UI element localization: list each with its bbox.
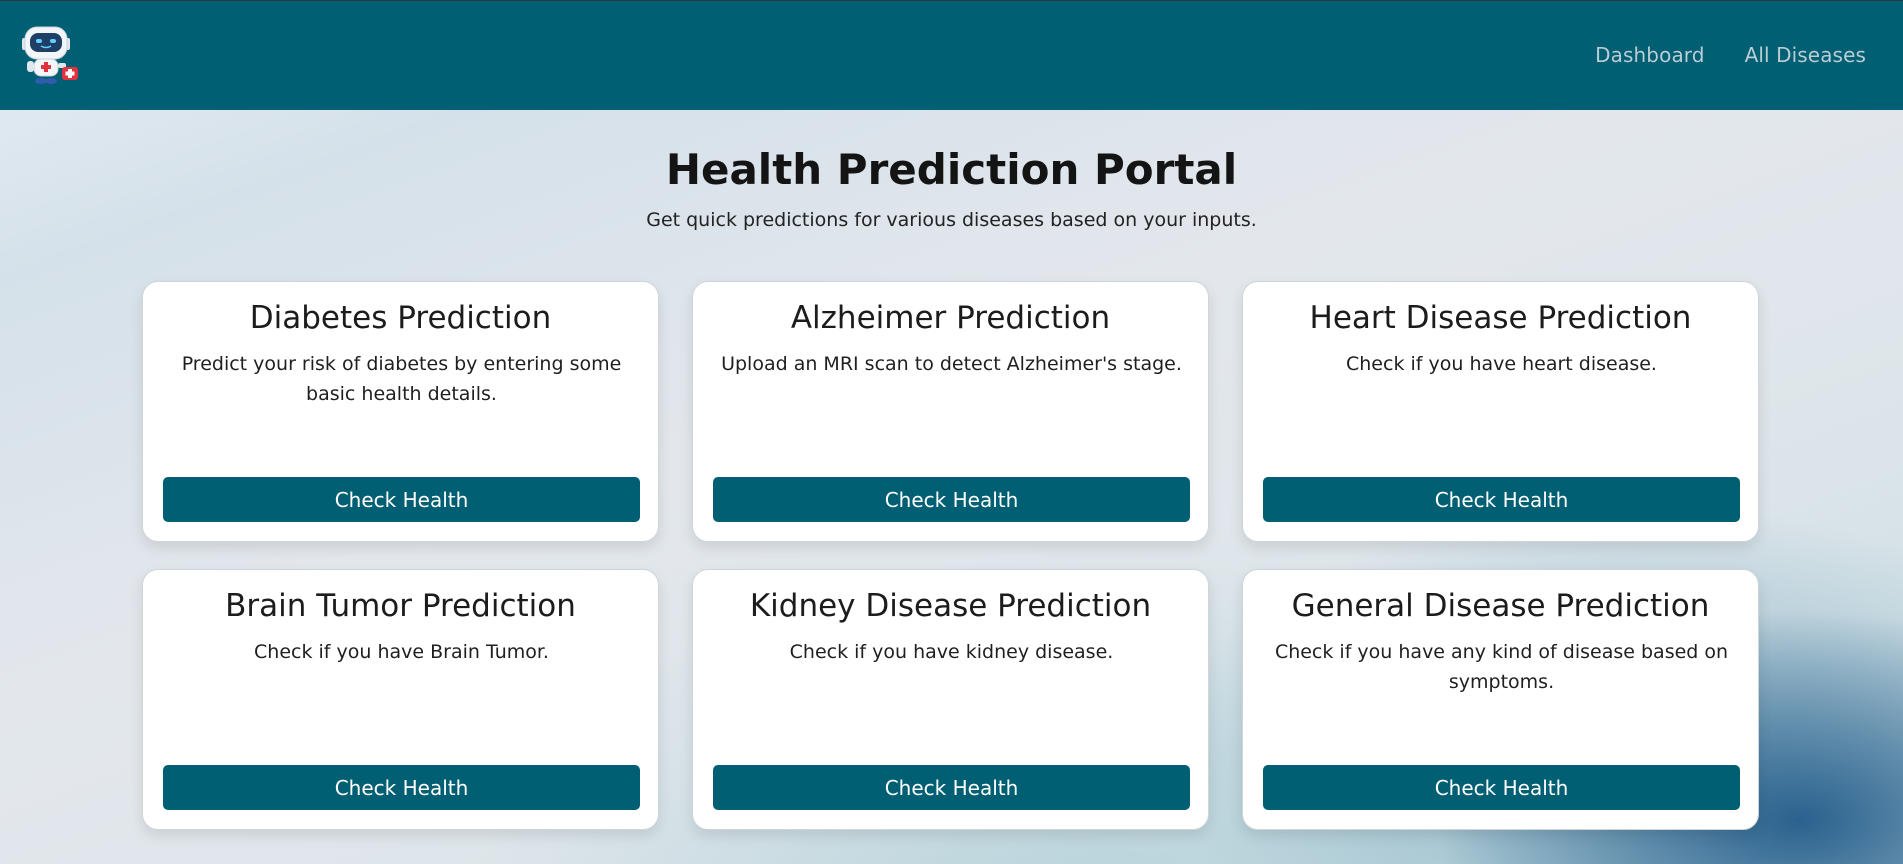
card-description: Check if you have heart disease. (1346, 353, 1657, 375)
check-health-button-brain-tumor[interactable]: Check Health (163, 765, 640, 810)
nav-links: Dashboard All Diseases (1595, 43, 1866, 67)
card-description: Check if you have any kind of disease ba… (1274, 641, 1729, 693)
card-title: Diabetes Prediction (249, 300, 552, 336)
card-heart-disease-prediction: Heart Disease Prediction Check if you ha… (1242, 281, 1759, 542)
card-kidney-disease-prediction: Kidney Disease Prediction Check if you h… (692, 569, 1209, 830)
robot-doctor-logo-icon[interactable] (18, 23, 82, 89)
check-health-button-kidney-disease[interactable]: Check Health (713, 765, 1190, 810)
page-subtitle: Get quick predictions for various diseas… (646, 209, 1257, 231)
page-title: Health Prediction Portal (665, 145, 1238, 194)
card-alzheimer-prediction: Alzheimer Prediction Upload an MRI scan … (692, 281, 1209, 542)
top-navbar: Dashboard All Diseases (0, 0, 1903, 110)
nav-link-all-diseases[interactable]: All Diseases (1745, 43, 1866, 67)
check-health-button-general-disease[interactable]: Check Health (1263, 765, 1740, 810)
card-general-disease-prediction: General Disease Prediction Check if you … (1242, 569, 1759, 830)
card-title: Brain Tumor Prediction (225, 588, 576, 624)
card-title: Heart Disease Prediction (1309, 300, 1692, 336)
card-title: Alzheimer Prediction (790, 300, 1111, 336)
card-brain-tumor-prediction: Brain Tumor Prediction Check if you have… (142, 569, 659, 830)
check-health-button-heart-disease[interactable]: Check Health (1263, 477, 1740, 522)
card-title: Kidney Disease Prediction (749, 588, 1152, 624)
card-diabetes-prediction: Diabetes Prediction Predict your risk of… (142, 281, 659, 542)
check-health-button-diabetes[interactable]: Check Health (163, 477, 640, 522)
card-title: General Disease Prediction (1291, 588, 1710, 624)
card-description: Check if you have kidney disease. (789, 641, 1114, 663)
card-description: Upload an MRI scan to detect Alzheimer's… (721, 353, 1182, 375)
card-description: Check if you have Brain Tumor. (254, 641, 549, 663)
prediction-cards-grid: Diabetes Prediction Predict your risk of… (142, 281, 1760, 830)
card-description: Predict your risk of diabetes by enterin… (181, 353, 622, 405)
check-health-button-alzheimer[interactable]: Check Health (713, 477, 1190, 522)
nav-link-dashboard[interactable]: Dashboard (1595, 43, 1704, 67)
